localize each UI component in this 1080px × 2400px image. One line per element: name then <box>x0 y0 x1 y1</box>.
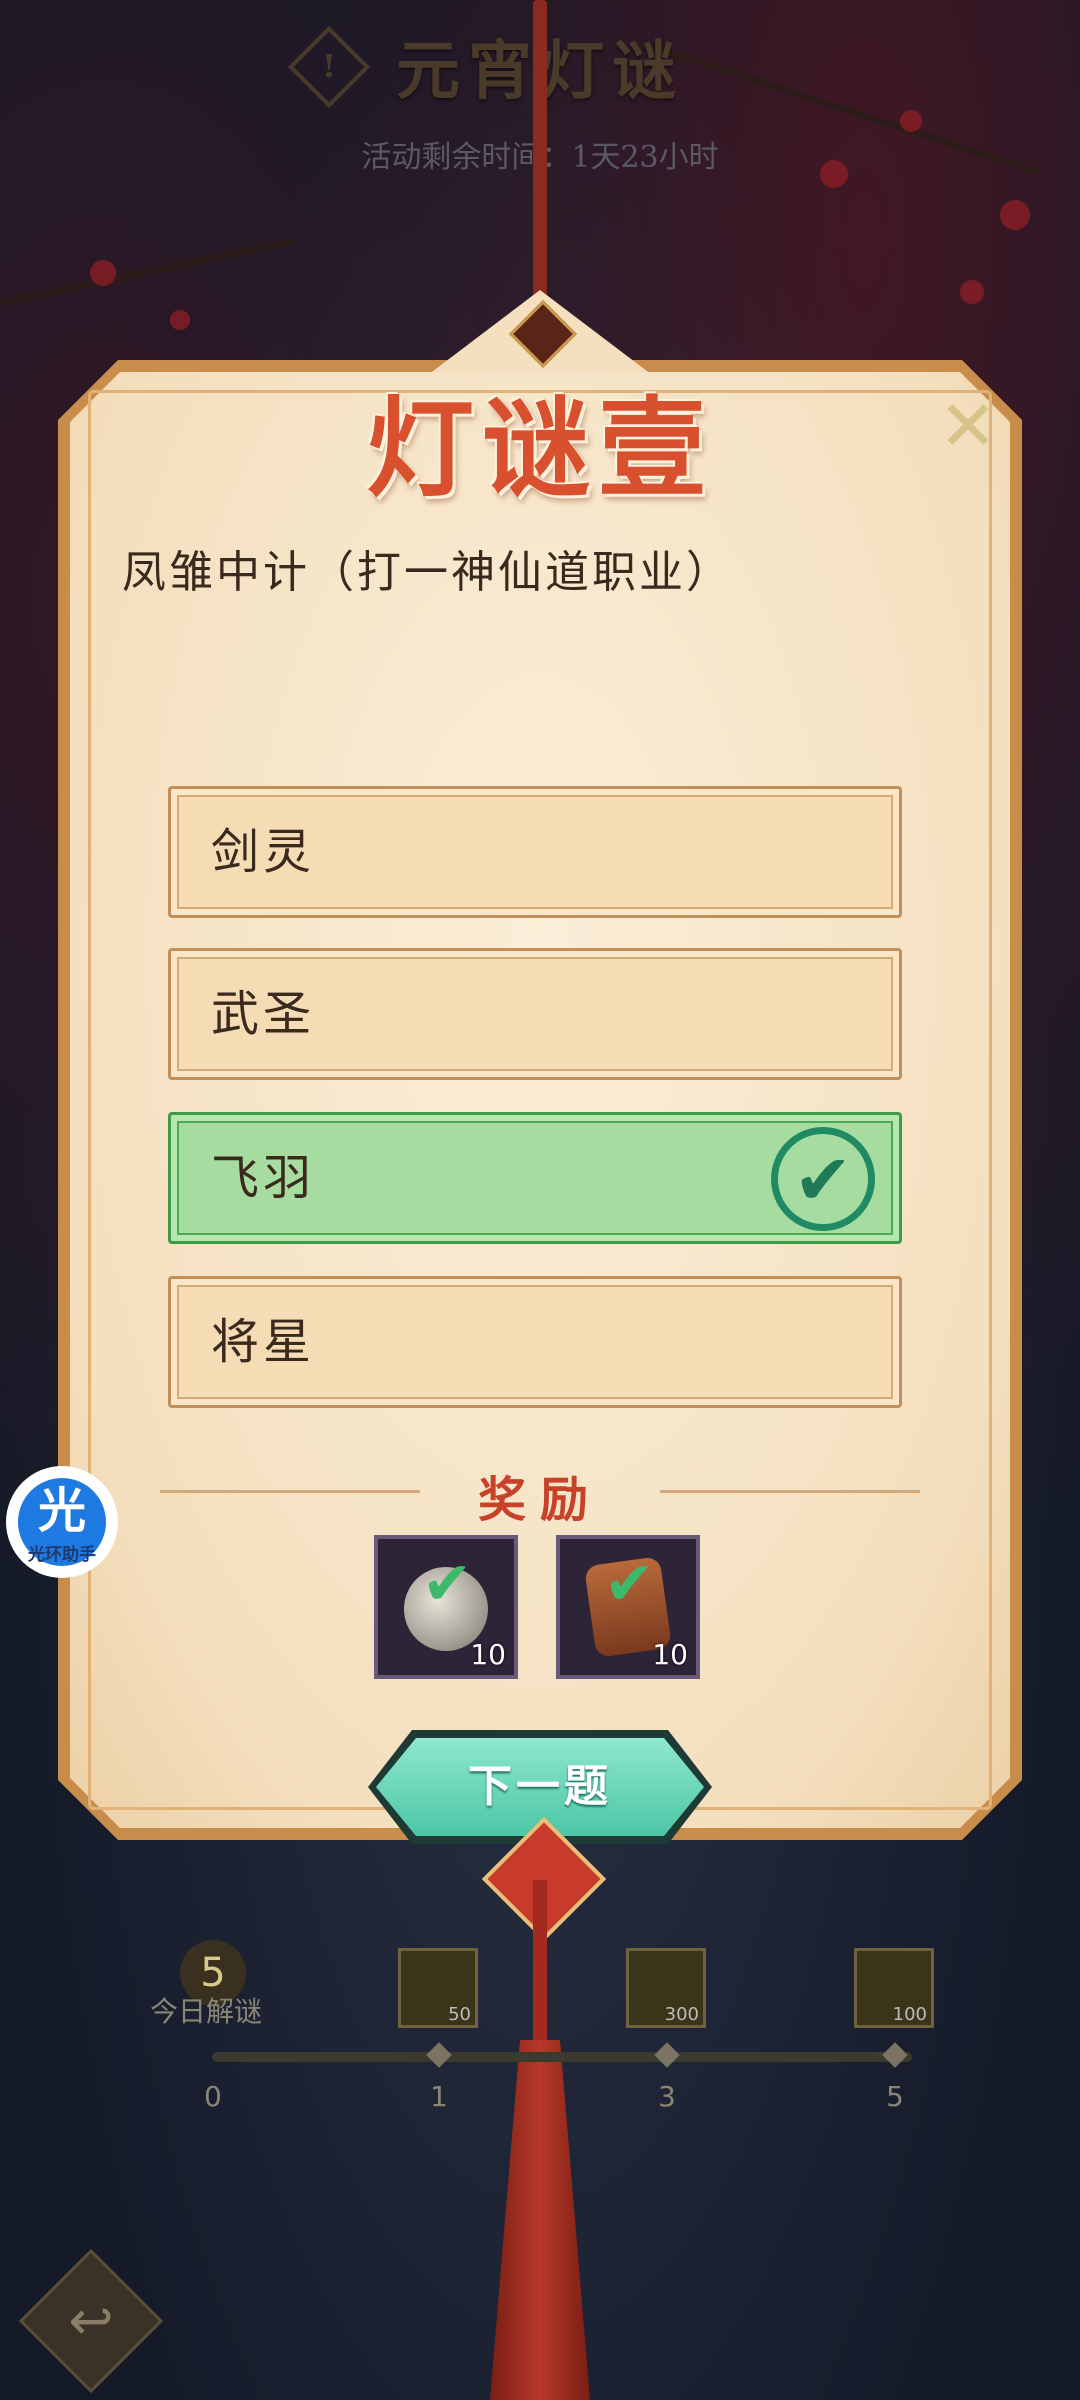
answer-option[interactable]: 武圣 <box>168 948 902 1080</box>
solved-label: 今日解谜 <box>150 1995 263 2028</box>
blossom <box>960 280 984 304</box>
milestone-reward-count: 50 <box>448 2004 471 2025</box>
reward-count: 10 <box>470 1638 506 1671</box>
answer-option-label: 飞羽 <box>211 1150 316 1206</box>
check-icon: ✔ <box>422 1549 473 1619</box>
blossom <box>1000 200 1030 230</box>
riddle-title: 灯谜壹 <box>365 386 714 512</box>
tassel-cord <box>533 1880 547 2040</box>
milestone-reward[interactable]: 100 <box>854 1948 934 2028</box>
milestone-reward-count: 300 <box>664 2004 699 2025</box>
blossom <box>900 110 922 132</box>
answer-option-correct[interactable]: 飞羽 ✔ <box>168 1112 902 1244</box>
card-inner-border <box>88 390 992 1810</box>
reward-item[interactable]: ✔ 10 <box>556 1535 700 1679</box>
milestone-label: 3 <box>658 2080 676 2113</box>
blossom <box>170 310 190 330</box>
milestone-reward[interactable]: 50 <box>398 1948 478 2028</box>
milestone-label: 1 <box>430 2080 448 2113</box>
progress-track <box>212 2052 912 2062</box>
answer-option-label: 将星 <box>211 1314 316 1370</box>
milestone-label: 0 <box>204 2080 222 2113</box>
answer-option-label: 武圣 <box>211 986 316 1042</box>
answer-option[interactable]: 将星 <box>168 1276 902 1408</box>
check-icon: ✔ <box>771 1127 875 1231</box>
riddle-question: 凤雏中计（打一神仙道职业） <box>122 547 733 598</box>
assistant-button[interactable]: 光 光环助手 <box>6 1466 118 1578</box>
assistant-glyph: 光 <box>37 1483 86 1539</box>
close-icon[interactable]: ✕ <box>938 391 998 461</box>
check-icon: ✔ <box>604 1549 655 1619</box>
milestone-reward-count: 100 <box>892 2004 927 2025</box>
hanging-string <box>533 0 547 330</box>
answer-option-label: 剑灵 <box>211 824 316 880</box>
milestone-reward[interactable]: 300 <box>626 1948 706 2028</box>
blossom <box>90 260 116 286</box>
milestone-label: 5 <box>886 2080 904 2113</box>
reward-count: 10 <box>652 1638 688 1671</box>
reward-item[interactable]: ✔ 10 <box>374 1535 518 1679</box>
back-arrow-icon[interactable]: ↩ <box>40 2270 142 2372</box>
reward-title: 奖励 <box>477 1472 602 1528</box>
assistant-label: 光环助手 <box>28 1545 96 1565</box>
answer-option[interactable]: 剑灵 <box>168 786 902 918</box>
